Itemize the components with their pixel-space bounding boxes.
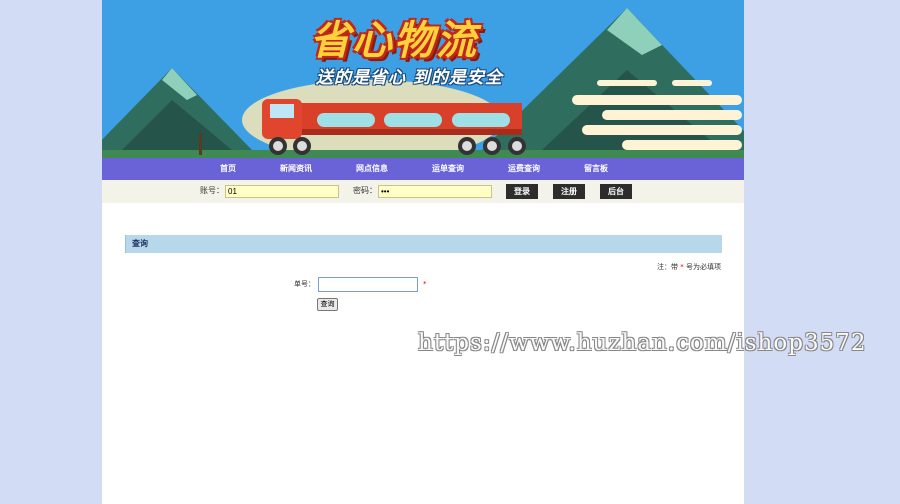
required-note-suffix: 号为必填项	[686, 263, 721, 271]
banner-title: 省心物流	[310, 18, 478, 64]
page-container: 省心物流 送的是省心 到的是安全 首页 新闻资讯 网点信息 运单查询 运费查询 …	[102, 0, 744, 504]
account-input[interactable]	[225, 185, 339, 198]
register-button[interactable]: 注册	[553, 184, 585, 199]
order-number-label: 单号：	[294, 280, 315, 288]
header-banner: 省心物流 送的是省心 到的是安全	[102, 0, 744, 158]
query-section-header: 查询	[125, 235, 722, 253]
banner-slogan: 送的是省心 到的是安全	[316, 68, 503, 88]
watermark-text: https://www.huzhan.com/ishop3572	[418, 330, 867, 356]
nav-item-home[interactable]: 首页	[220, 158, 236, 180]
account-label: 账号：	[200, 186, 224, 195]
nav-item-guestbook[interactable]: 留言板	[584, 158, 608, 180]
required-star: *	[423, 280, 427, 288]
login-bar: 账号： 密码： 登录 注册 后台	[102, 180, 744, 203]
admin-button[interactable]: 后台	[600, 184, 632, 199]
nav-item-freight-query[interactable]: 运费查询	[508, 158, 540, 180]
password-label: 密码：	[353, 186, 377, 195]
order-number-input[interactable]	[318, 277, 418, 292]
query-section-title: 查询	[132, 239, 148, 248]
required-note-star: *	[680, 263, 684, 271]
required-note: 注：带 * 号为必填项	[657, 262, 721, 272]
query-submit-button[interactable]: 查询	[317, 298, 338, 311]
main-nav: 首页 新闻资讯 网点信息 运单查询 运费查询 留言板	[102, 158, 744, 180]
login-button[interactable]: 登录	[506, 184, 538, 199]
nav-item-waybill-query[interactable]: 运单查询	[432, 158, 464, 180]
required-note-prefix: 注：带	[657, 263, 679, 271]
nav-item-branches[interactable]: 网点信息	[356, 158, 388, 180]
nav-item-news[interactable]: 新闻资讯	[280, 158, 312, 180]
password-input[interactable]	[378, 185, 492, 198]
